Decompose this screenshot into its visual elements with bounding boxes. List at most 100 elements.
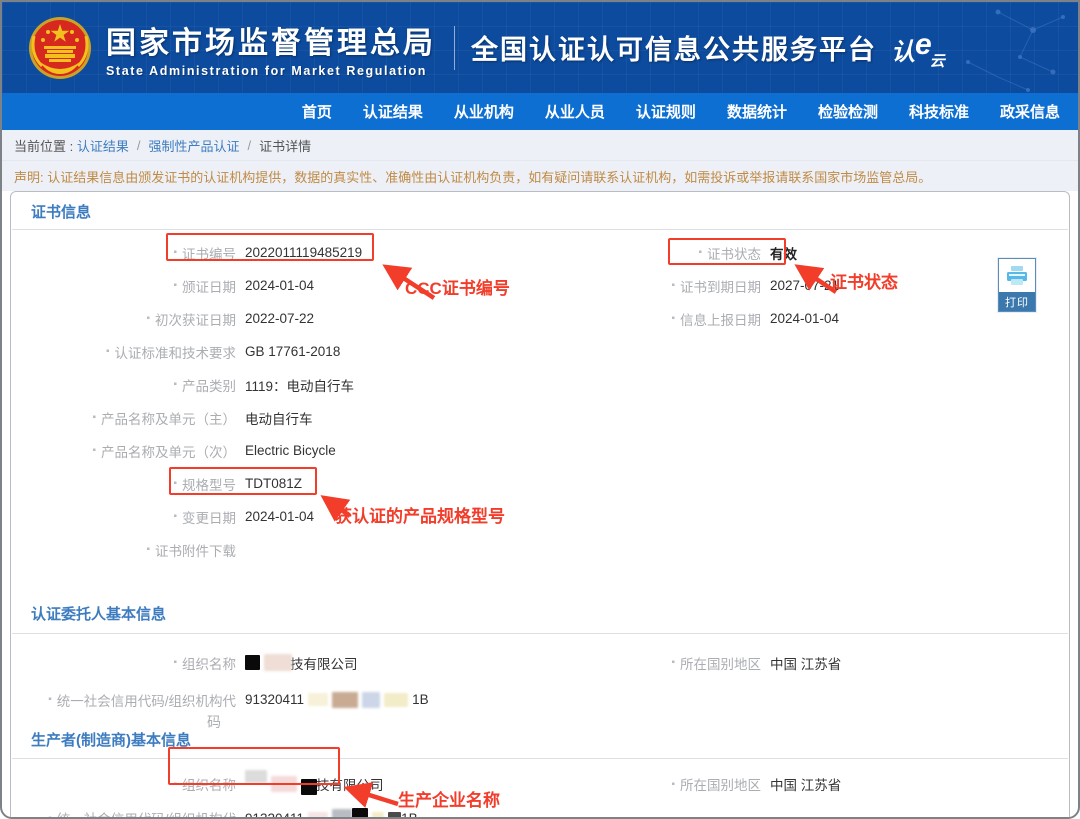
- code-prefix-text: 91320411: [245, 692, 304, 707]
- field-value: 2022-07-22: [245, 311, 314, 326]
- field-value: Electric Bicycle: [245, 443, 336, 458]
- redaction-block: [362, 692, 380, 708]
- org-name-visible-text: 技有限公司: [316, 774, 384, 794]
- platform-title: 全国认证认可信息公共服务平台: [471, 28, 877, 67]
- agency-name-cn: 国家市场监督管理总局: [106, 18, 436, 62]
- field-row-applicant-code: ▪ 统一社会信用代码/组织机构代 91320411 1B: [11, 681, 631, 718]
- breadcrumb: 当前位置 : 认证结果 / 强制性产品认证 / 证书详情: [2, 130, 1078, 161]
- field-label: 产品名称及单元（次）: [101, 441, 236, 461]
- field-row-cert-number: ▪ 证书编号 2022011119485219: [11, 236, 631, 269]
- field-row-manufacturer-code: ▪ 统一社会信用代码/组织机构代 91320411 1B: [11, 801, 631, 819]
- code-suffix-text: 1B: [412, 692, 429, 707]
- field-label: 统一社会信用代码/组织机构代: [57, 690, 236, 710]
- certificate-detail-page: 国家市场监督管理总局 State Administration for Mark…: [0, 0, 1080, 819]
- manufacturer-fields: ▪组织名称 技有限公司 ▪ 统一社会信用代码/组织机构代 91320411: [11, 759, 1069, 819]
- redaction-block: [332, 809, 352, 819]
- field-label: 证书到期日期: [680, 276, 761, 296]
- field-row-applicant-region: ▪所在国别地区中国 江苏省: [631, 644, 1069, 681]
- print-button-label: 打印: [999, 292, 1035, 311]
- applicant-fields: ▪ 组织名称 技有限公司 ▪ 统一社会信用代码/组织机构代 91320411: [11, 634, 1069, 718]
- nav-item-practitioners[interactable]: 从业人员: [545, 101, 605, 122]
- agency-name-en: State Administration for Market Regulati…: [106, 64, 436, 78]
- bullet-icon: ▪: [48, 694, 52, 705]
- breadcrumb-separator: /: [248, 138, 252, 153]
- field-label-attachment[interactable]: 证书附件下载: [155, 540, 236, 560]
- bullet-icon: ▪: [106, 346, 110, 357]
- field-row-product-category: ▪产品类别1119：电动自行车: [11, 368, 631, 401]
- field-value: 2024-01-04: [245, 509, 314, 524]
- field-label: 统一社会信用代码/组织机构代: [57, 808, 236, 819]
- field-label: 组织名称: [182, 774, 236, 794]
- disclaimer-notice: 声明: 认证结果信息由颁发证书的认证机构提供，数据的真实性、准确性由认证机构负责…: [2, 161, 1078, 191]
- field-value: 2027-07-21: [770, 278, 839, 293]
- field-row-first-issue-date: ▪ 初次获证日期 2022-07-22: [11, 302, 631, 335]
- field-row-applicant-org: ▪ 组织名称 技有限公司: [11, 644, 631, 681]
- bullet-icon: ▪: [173, 478, 177, 489]
- nav-item-tech-standards[interactable]: 科技标准: [909, 101, 969, 122]
- main-nav: 首页 认证结果 从业机构 从业人员 认证规则 数据统计 检验检测 科技标准 政采…: [2, 93, 1078, 130]
- breadcrumb-link-cert-results[interactable]: 认证结果: [77, 136, 129, 155]
- field-value: 1119：电动自行车: [245, 375, 354, 395]
- field-label: 证书编号: [182, 243, 236, 263]
- code-prefix-text: 91320411: [245, 811, 304, 819]
- nav-item-cert-rules[interactable]: 认证规则: [636, 101, 696, 122]
- field-row-manufacturer-org: ▪组织名称 技有限公司: [11, 767, 631, 801]
- nav-item-cert-results[interactable]: 认证结果: [363, 101, 423, 122]
- agency-title-block: 国家市场监督管理总局 State Administration for Mark…: [106, 18, 436, 78]
- breadcrumb-separator: /: [137, 138, 141, 153]
- field-row-product-name-secondary: ▪产品名称及单元（次）Electric Bicycle: [11, 434, 631, 467]
- bullet-icon: ▪: [173, 657, 177, 668]
- redaction-block: [352, 808, 368, 819]
- print-button[interactable]: 打印: [998, 258, 1036, 312]
- nav-item-home[interactable]: 首页: [302, 101, 332, 122]
- field-label: 产品名称及单元（主）: [101, 408, 236, 428]
- field-value-model: TDT081Z: [245, 476, 302, 491]
- redaction-block: [388, 812, 401, 819]
- breadcrumb-link-ccc[interactable]: 强制性产品认证: [149, 136, 240, 155]
- redaction-block: [271, 776, 297, 792]
- nav-item-inspection[interactable]: 检验检测: [818, 101, 878, 122]
- bullet-icon: ▪: [48, 813, 52, 819]
- field-label: 变更日期: [182, 507, 236, 527]
- field-label: 规格型号: [182, 474, 236, 494]
- field-value-cert-number: 2022011119485219: [245, 245, 362, 260]
- field-value: 2024-01-04: [245, 278, 314, 293]
- logo-char-3: 云: [930, 53, 945, 70]
- field-value: GB 17761-2018: [245, 344, 340, 359]
- field-row-change-date: ▪ 变更日期 2024-01-04: [11, 500, 631, 533]
- redaction-block: [301, 779, 317, 795]
- field-row-manufacturer-region: ▪所在国别地区中国 江苏省: [631, 767, 1069, 801]
- site-header: 国家市场监督管理总局 State Administration for Mark…: [2, 2, 1078, 93]
- breadcrumb-prefix: 当前位置 :: [14, 136, 73, 155]
- content-panel: 证书信息 ▪证书编号2022011119485219 ▪颁证日期2024-01-…: [10, 191, 1070, 819]
- field-label: 所在国别地区: [680, 653, 761, 673]
- field-value-applicant-code: 91320411 1B: [245, 692, 429, 708]
- field-label: 初次获证日期: [155, 309, 236, 329]
- field-row-model: ▪ 规格型号 TDT081Z: [11, 467, 631, 500]
- bullet-icon: ▪: [173, 247, 177, 258]
- bullet-icon: ▪: [173, 280, 177, 291]
- bullet-icon: ▪: [698, 247, 702, 258]
- field-label: 所在国别地区: [680, 774, 761, 794]
- field-value: 电动自行车: [245, 408, 313, 428]
- nav-item-procurement[interactable]: 政采信息: [1000, 101, 1060, 122]
- redaction-block: [332, 692, 358, 708]
- field-label: 产品类别: [182, 375, 236, 395]
- nav-item-institutions[interactable]: 从业机构: [454, 101, 514, 122]
- field-label: 信息上报日期: [680, 309, 761, 329]
- redaction-block: [264, 654, 292, 671]
- field-row-attachment-download: ▪证书附件下载: [11, 533, 631, 566]
- field-label: 认证标准和技术要求: [115, 342, 237, 362]
- field-value-manufacturer-org: 技有限公司: [245, 774, 384, 794]
- nav-item-statistics[interactable]: 数据统计: [727, 101, 787, 122]
- bullet-icon: ▪: [146, 313, 150, 324]
- field-label: 组织名称: [182, 653, 236, 673]
- code-suffix-text: 1B: [401, 811, 418, 819]
- field-value-applicant-org: 技有限公司: [245, 653, 358, 673]
- renyun-brand-logo: 认e云: [891, 32, 947, 68]
- bullet-icon: ▪: [173, 511, 177, 522]
- field-row-standard: ▪ 认证标准和技术要求 GB 17761-2018: [11, 335, 631, 368]
- redaction-block: [308, 693, 328, 706]
- redaction-block: [384, 693, 408, 707]
- field-value-status: 有效: [770, 243, 797, 263]
